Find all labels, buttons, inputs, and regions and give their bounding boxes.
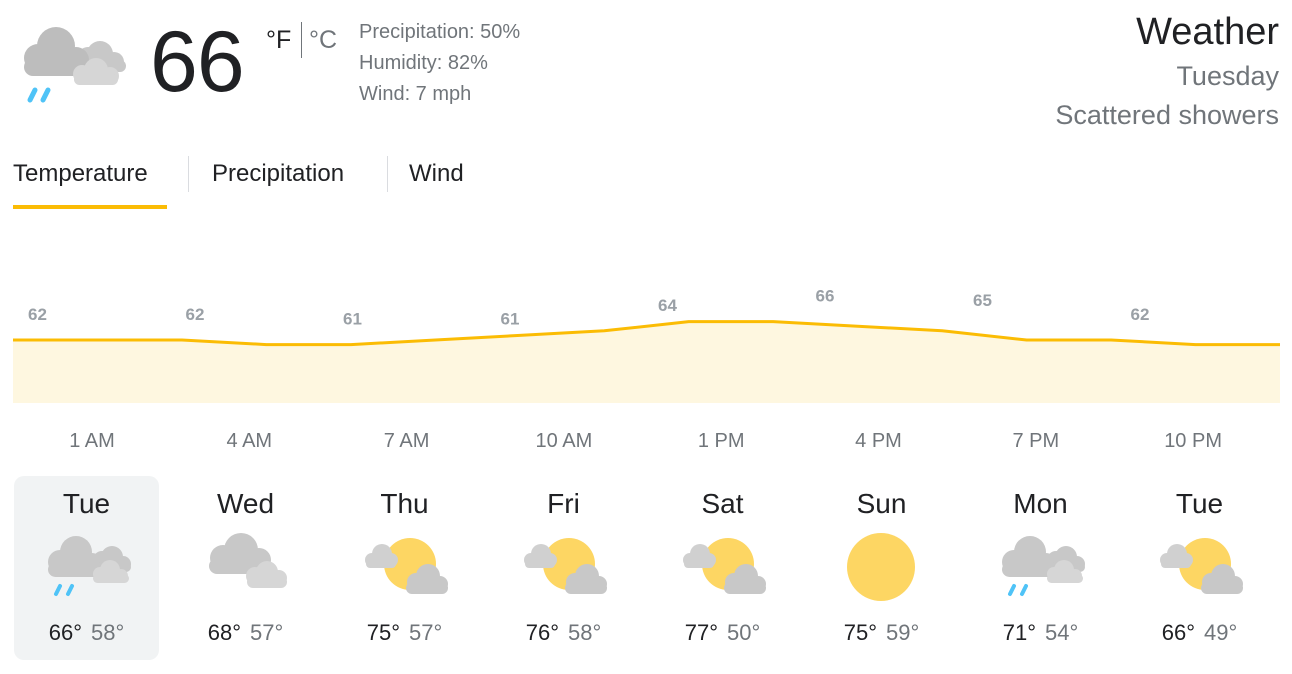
forecast-day-wed[interactable]: Wed 68° 57° — [173, 476, 318, 660]
time-tick-label: 10 PM — [1164, 430, 1222, 452]
tab-temperature[interactable]: Temperature — [13, 154, 148, 194]
forecast-day-tue[interactable]: Tue 66° 49° — [1127, 476, 1272, 660]
tab-divider — [188, 156, 189, 192]
forecast-high: 71° — [1002, 620, 1036, 645]
forecast-low: 58° — [568, 620, 602, 645]
forecast-day-name: Fri — [547, 488, 580, 519]
partly-cloudy-icon — [358, 532, 450, 602]
forecast-day-name: Thu — [380, 488, 429, 519]
sun-icon — [835, 532, 927, 602]
forecast-high: 76° — [525, 620, 559, 645]
current-condition: Scattered showers — [1055, 100, 1279, 130]
unit-celsius-button[interactable]: °C — [309, 24, 337, 56]
rain-cloud-icon — [18, 24, 130, 108]
forecast-day-name: Tue — [1175, 488, 1224, 519]
unit-divider — [301, 22, 302, 58]
forecast-day-name: Sun — [856, 488, 907, 519]
forecast-day-name: Mon — [1013, 488, 1068, 519]
data-label: 65 — [973, 291, 992, 310]
rain-cloud-icon — [994, 532, 1086, 602]
forecast-day-tue[interactable]: Tue 66° 58° — [14, 476, 159, 660]
time-tick-label: 1 PM — [697, 430, 745, 452]
forecast-temps: 76° 58° — [491, 619, 636, 647]
forecast-temps: 68° 57° — [173, 619, 318, 647]
forecast-high: 75° — [366, 620, 400, 645]
data-label: 62 — [186, 305, 205, 324]
time-tick-label: 7 PM — [1012, 430, 1060, 452]
time-tick-label: 4 PM — [855, 430, 902, 452]
forecast-day-sun[interactable]: Sun 75° 59° — [809, 476, 954, 660]
forecast-low: 57° — [409, 620, 443, 645]
current-day: Tuesday — [1176, 61, 1279, 91]
forecast-high: 68° — [207, 620, 241, 645]
data-label: 66 — [816, 287, 835, 306]
cloud-icon — [199, 532, 291, 602]
temperature-area — [13, 321, 1280, 403]
forecast-day-mon[interactable]: Mon 71° 54° — [968, 476, 1113, 660]
forecast-low: 50° — [727, 620, 761, 645]
tab-divider — [387, 156, 388, 192]
forecast-high: 77° — [684, 620, 718, 645]
partly-cloudy-icon — [1153, 532, 1245, 602]
forecast-temps: 75° 59° — [809, 619, 954, 647]
forecast-temps: 66° 58° — [14, 619, 159, 647]
time-tick-label: 10 AM — [535, 430, 593, 452]
forecast-high: 66° — [1161, 620, 1195, 645]
time-tick-label: 7 AM — [383, 430, 430, 452]
forecast-day-sat[interactable]: Sat 77° 50° — [650, 476, 795, 660]
forecast-temps: 75° 57° — [332, 619, 477, 647]
forecast-high: 66° — [48, 620, 82, 645]
data-label: 61 — [343, 310, 362, 329]
humidity-detail: Humidity: 82% — [359, 52, 488, 74]
time-tick-label: 4 AM — [226, 430, 273, 452]
forecast-day-thu[interactable]: Thu 75° 57° — [332, 476, 477, 660]
forecast-low: 49° — [1204, 620, 1238, 645]
forecast-day-name: Wed — [216, 488, 275, 519]
forecast-low: 58° — [91, 620, 125, 645]
widget-title: Weather — [1136, 11, 1279, 53]
forecast-day-name: Sat — [701, 488, 744, 519]
forecast-high: 75° — [843, 620, 877, 645]
temperature-chart: 62 62 61 61 64 66 65 62 — [13, 287, 1280, 403]
rain-cloud-icon — [40, 532, 132, 602]
data-label: 61 — [501, 310, 520, 329]
wind-detail: Wind: 7 mph — [359, 83, 472, 105]
forecast-low: 54° — [1045, 620, 1079, 645]
tab-precipitation[interactable]: Precipitation — [212, 154, 344, 194]
forecast-low: 57° — [250, 620, 284, 645]
forecast-day-fri[interactable]: Fri 76° 58° — [491, 476, 636, 660]
partly-cloudy-icon — [676, 532, 768, 602]
unit-fahrenheit-button[interactable]: °F — [266, 24, 291, 56]
data-label: 64 — [658, 296, 677, 315]
forecast-day-name: Tue — [62, 488, 111, 519]
precipitation-detail: Precipitation: 50% — [359, 21, 521, 43]
data-label: 62 — [28, 305, 47, 324]
selected-tab-indicator — [13, 205, 167, 209]
forecast-temps: 77° 50° — [650, 619, 795, 647]
partly-cloudy-icon — [517, 532, 609, 602]
forecast-low: 59° — [886, 620, 920, 645]
data-label: 62 — [1131, 305, 1150, 324]
tab-wind[interactable]: Wind — [409, 154, 464, 194]
forecast-temps: 66° 49° — [1127, 619, 1272, 647]
time-tick-label: 1 AM — [69, 430, 115, 452]
forecast-temps: 71° 54° — [968, 619, 1113, 647]
current-temperature: 66 — [150, 14, 245, 110]
